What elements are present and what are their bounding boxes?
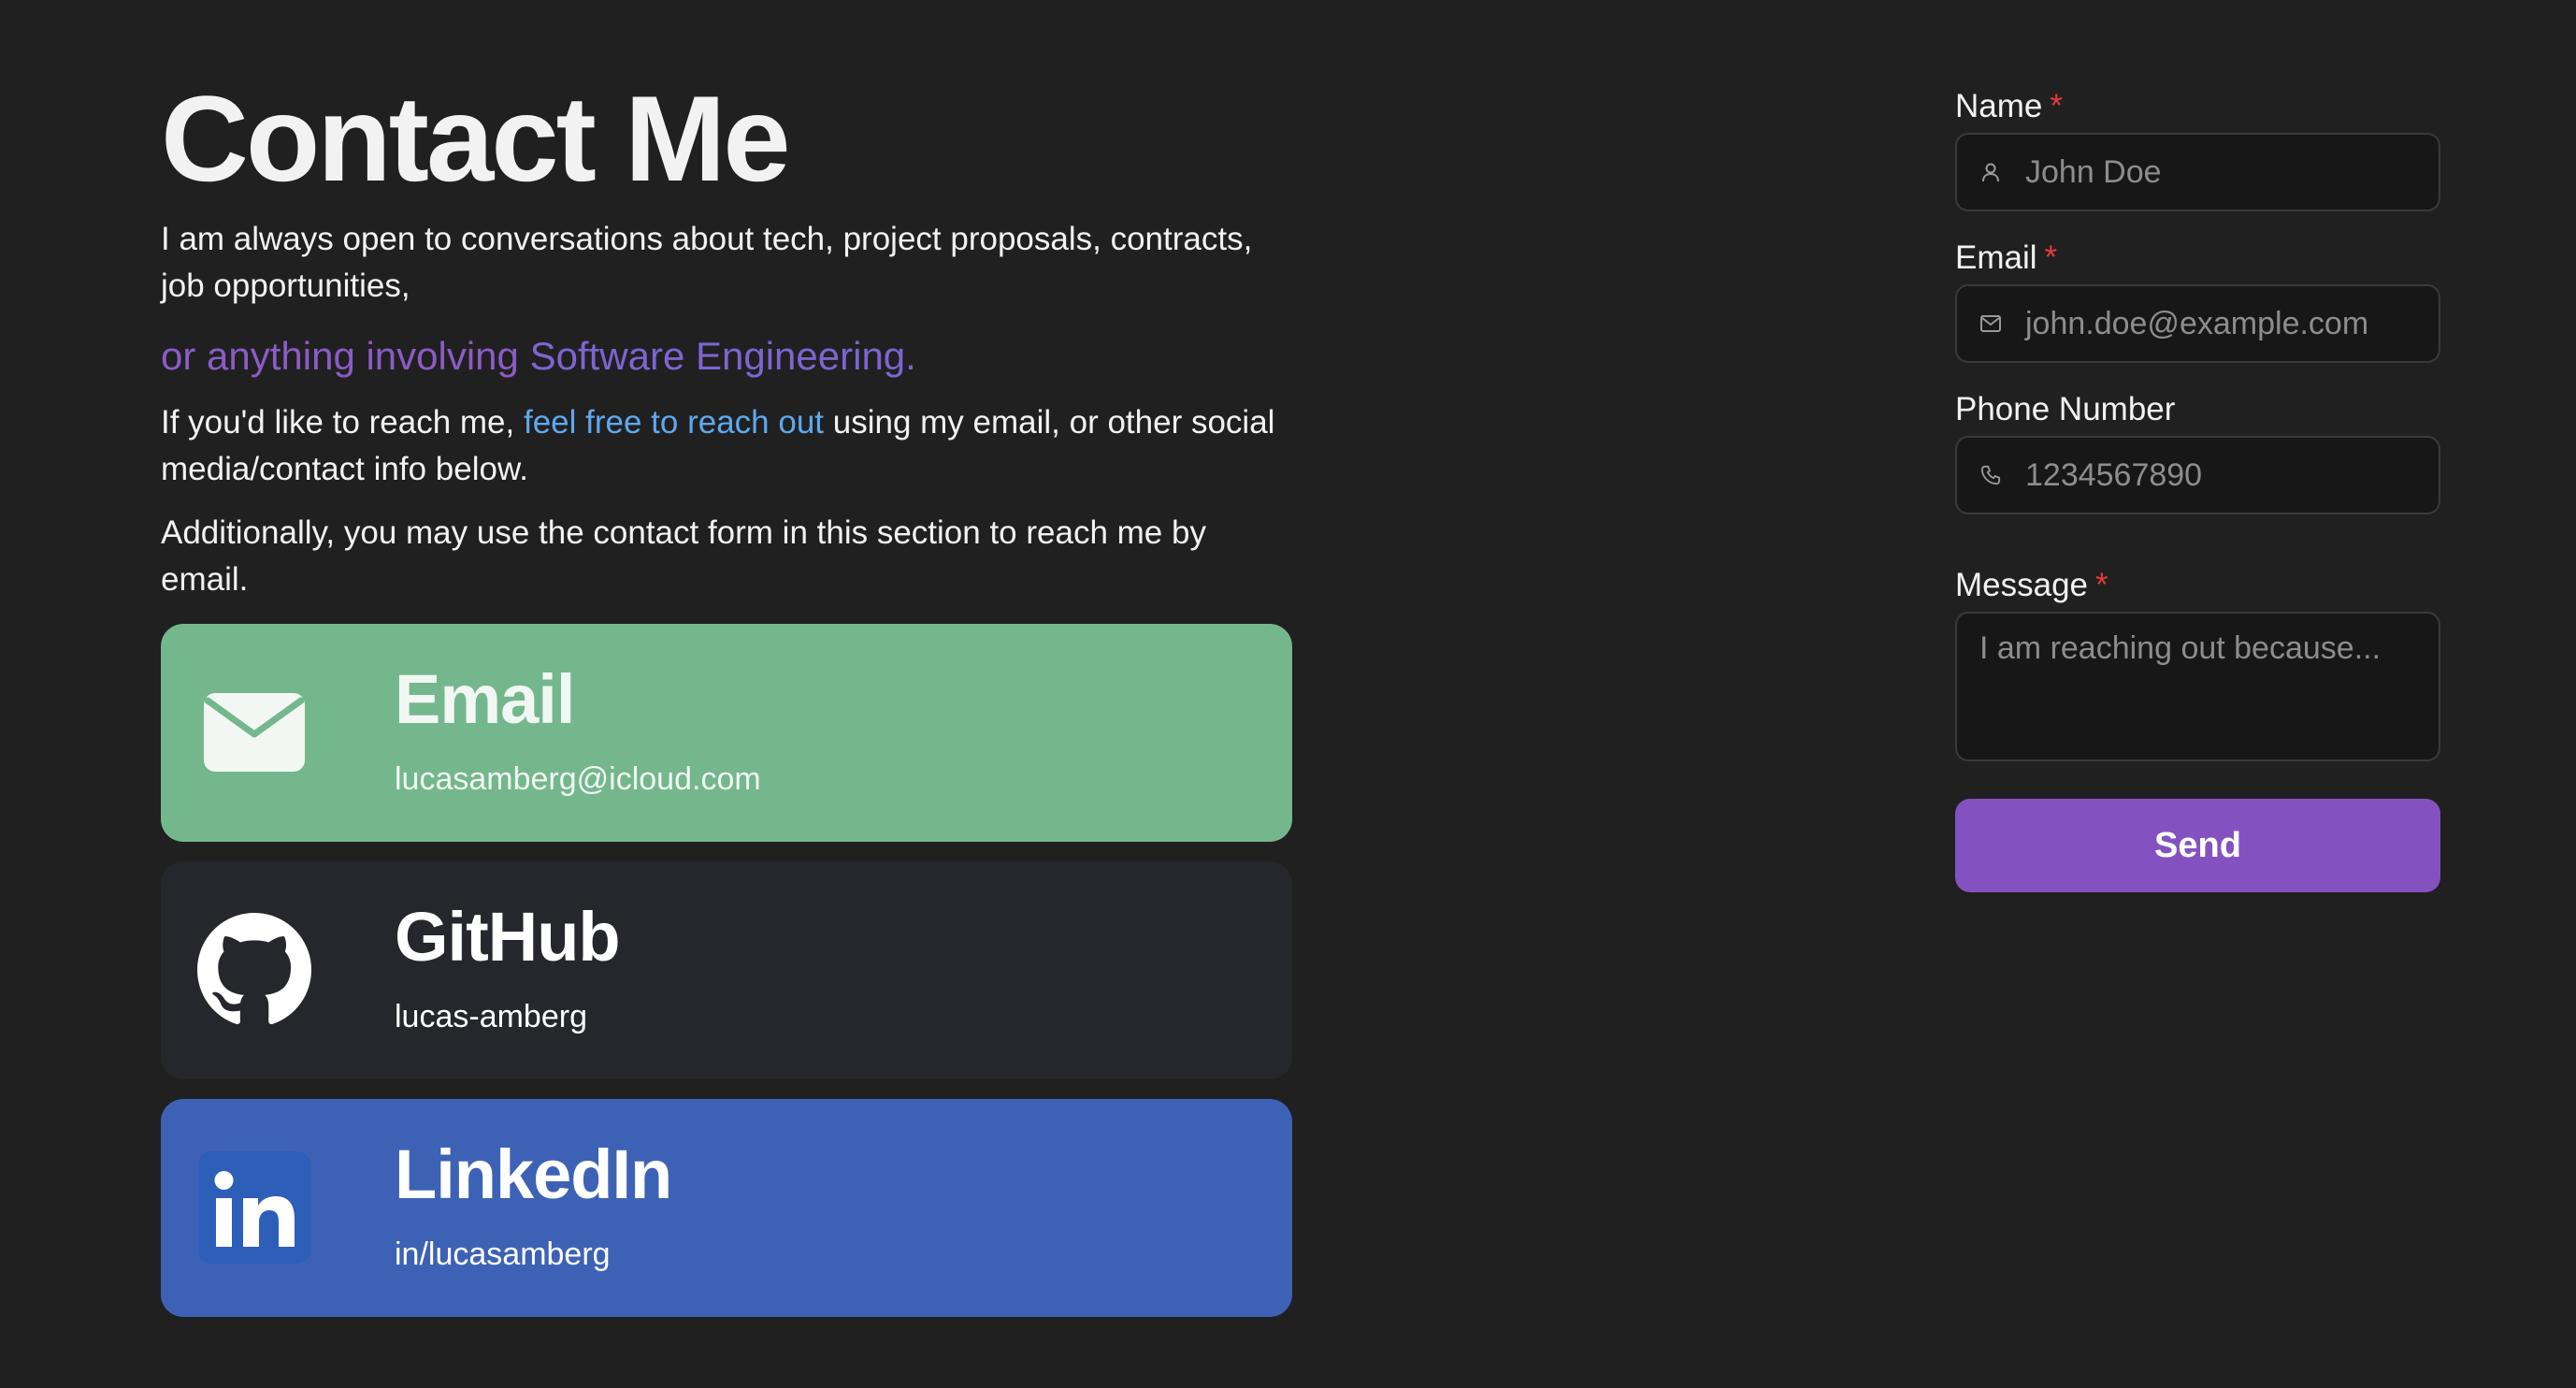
message-group: Message * I am reaching out because... bbox=[1955, 567, 2440, 761]
user-icon bbox=[1979, 161, 2002, 183]
linkedin-card-text: LinkedIn in/lucasamberg bbox=[395, 1135, 672, 1273]
phone-field[interactable]: 1234567890 bbox=[1955, 436, 2440, 514]
intro-text: I am always open to conversations about … bbox=[161, 220, 1253, 304]
name-group: Name * John Doe bbox=[1955, 88, 2440, 211]
contact-cards: Email lucasamberg@icloud.com GitHub luca… bbox=[161, 623, 1292, 1317]
contact-form: Name * John Doe Email * john.doe@example.c… bbox=[1955, 88, 2440, 892]
message-label-text: Message bbox=[1955, 567, 2089, 603]
message-placeholder: I am reaching out because... bbox=[1979, 630, 2382, 666]
send-button[interactable]: Send bbox=[1955, 799, 2440, 892]
email-card[interactable]: Email lucasamberg@icloud.com bbox=[161, 623, 1292, 842]
reach-text-pre: If you'd like to reach me, bbox=[161, 403, 524, 441]
reach-text: If you'd like to reach me, feel free to … bbox=[161, 399, 1292, 493]
linkedin-card-value: in/lucasamberg bbox=[395, 1236, 611, 1272]
contact-info: Contact Me I am always open to conversat… bbox=[161, 75, 1292, 1317]
name-label: Name * bbox=[1955, 88, 2440, 125]
required-mark: * bbox=[2050, 88, 2063, 124]
phone-icon bbox=[1979, 464, 2002, 486]
email-placeholder: john.doe@example.com bbox=[2025, 305, 2369, 341]
email-card-title: Email bbox=[395, 659, 575, 738]
required-mark: * bbox=[2044, 239, 2058, 276]
github-icon bbox=[196, 912, 312, 1028]
phone-group: Phone Number 1234567890 bbox=[1955, 391, 2440, 514]
email-card-text: Email lucasamberg@icloud.com bbox=[395, 659, 761, 798]
name-placeholder: John Doe bbox=[2025, 153, 2162, 190]
message-label: Message * bbox=[1955, 567, 2440, 604]
envelope-icon bbox=[1979, 312, 2002, 335]
email-label: Email * bbox=[1955, 239, 2440, 277]
github-card-value: lucas-amberg bbox=[395, 998, 587, 1034]
github-card[interactable]: GitHub lucas-amberg bbox=[161, 860, 1292, 1079]
name-field[interactable]: John Doe bbox=[1955, 133, 2440, 211]
phone-label: Phone Number bbox=[1955, 391, 2176, 427]
linkedin-card-title: LinkedIn bbox=[395, 1135, 672, 1213]
contact-page: Contact Me I am always open to conversat… bbox=[0, 0, 2576, 1388]
phone-placeholder: 1234567890 bbox=[2025, 456, 2203, 493]
email-field[interactable]: john.doe@example.com bbox=[1955, 284, 2440, 363]
email-card-value: lucasamberg@icloud.com bbox=[395, 760, 761, 797]
mail-icon bbox=[196, 674, 312, 790]
github-card-title: GitHub bbox=[395, 897, 621, 976]
email-label-text: Email bbox=[1955, 239, 2037, 276]
accent-text: or anything involving Software Engineeri… bbox=[161, 328, 1292, 384]
reach-out-link[interactable]: feel free to reach out bbox=[524, 404, 824, 441]
required-mark: * bbox=[2095, 567, 2108, 603]
accent-text-part-1: or anything involving bbox=[161, 333, 530, 378]
name-label-text: Name bbox=[1955, 88, 2043, 124]
message-textarea[interactable]: I am reaching out because... bbox=[1955, 612, 2440, 761]
page-title: Contact Me bbox=[161, 70, 791, 207]
linkedin-card[interactable]: LinkedIn in/lucasamberg bbox=[161, 1098, 1292, 1317]
email-group: Email * john.doe@example.com bbox=[1955, 239, 2440, 363]
accent-text-part-2: Software Engineering. bbox=[529, 333, 916, 378]
form-note-text: Additionally, you may use the contact fo… bbox=[161, 513, 1206, 598]
github-card-text: GitHub lucas-amberg bbox=[395, 897, 621, 1035]
linkedin-icon bbox=[196, 1149, 312, 1265]
